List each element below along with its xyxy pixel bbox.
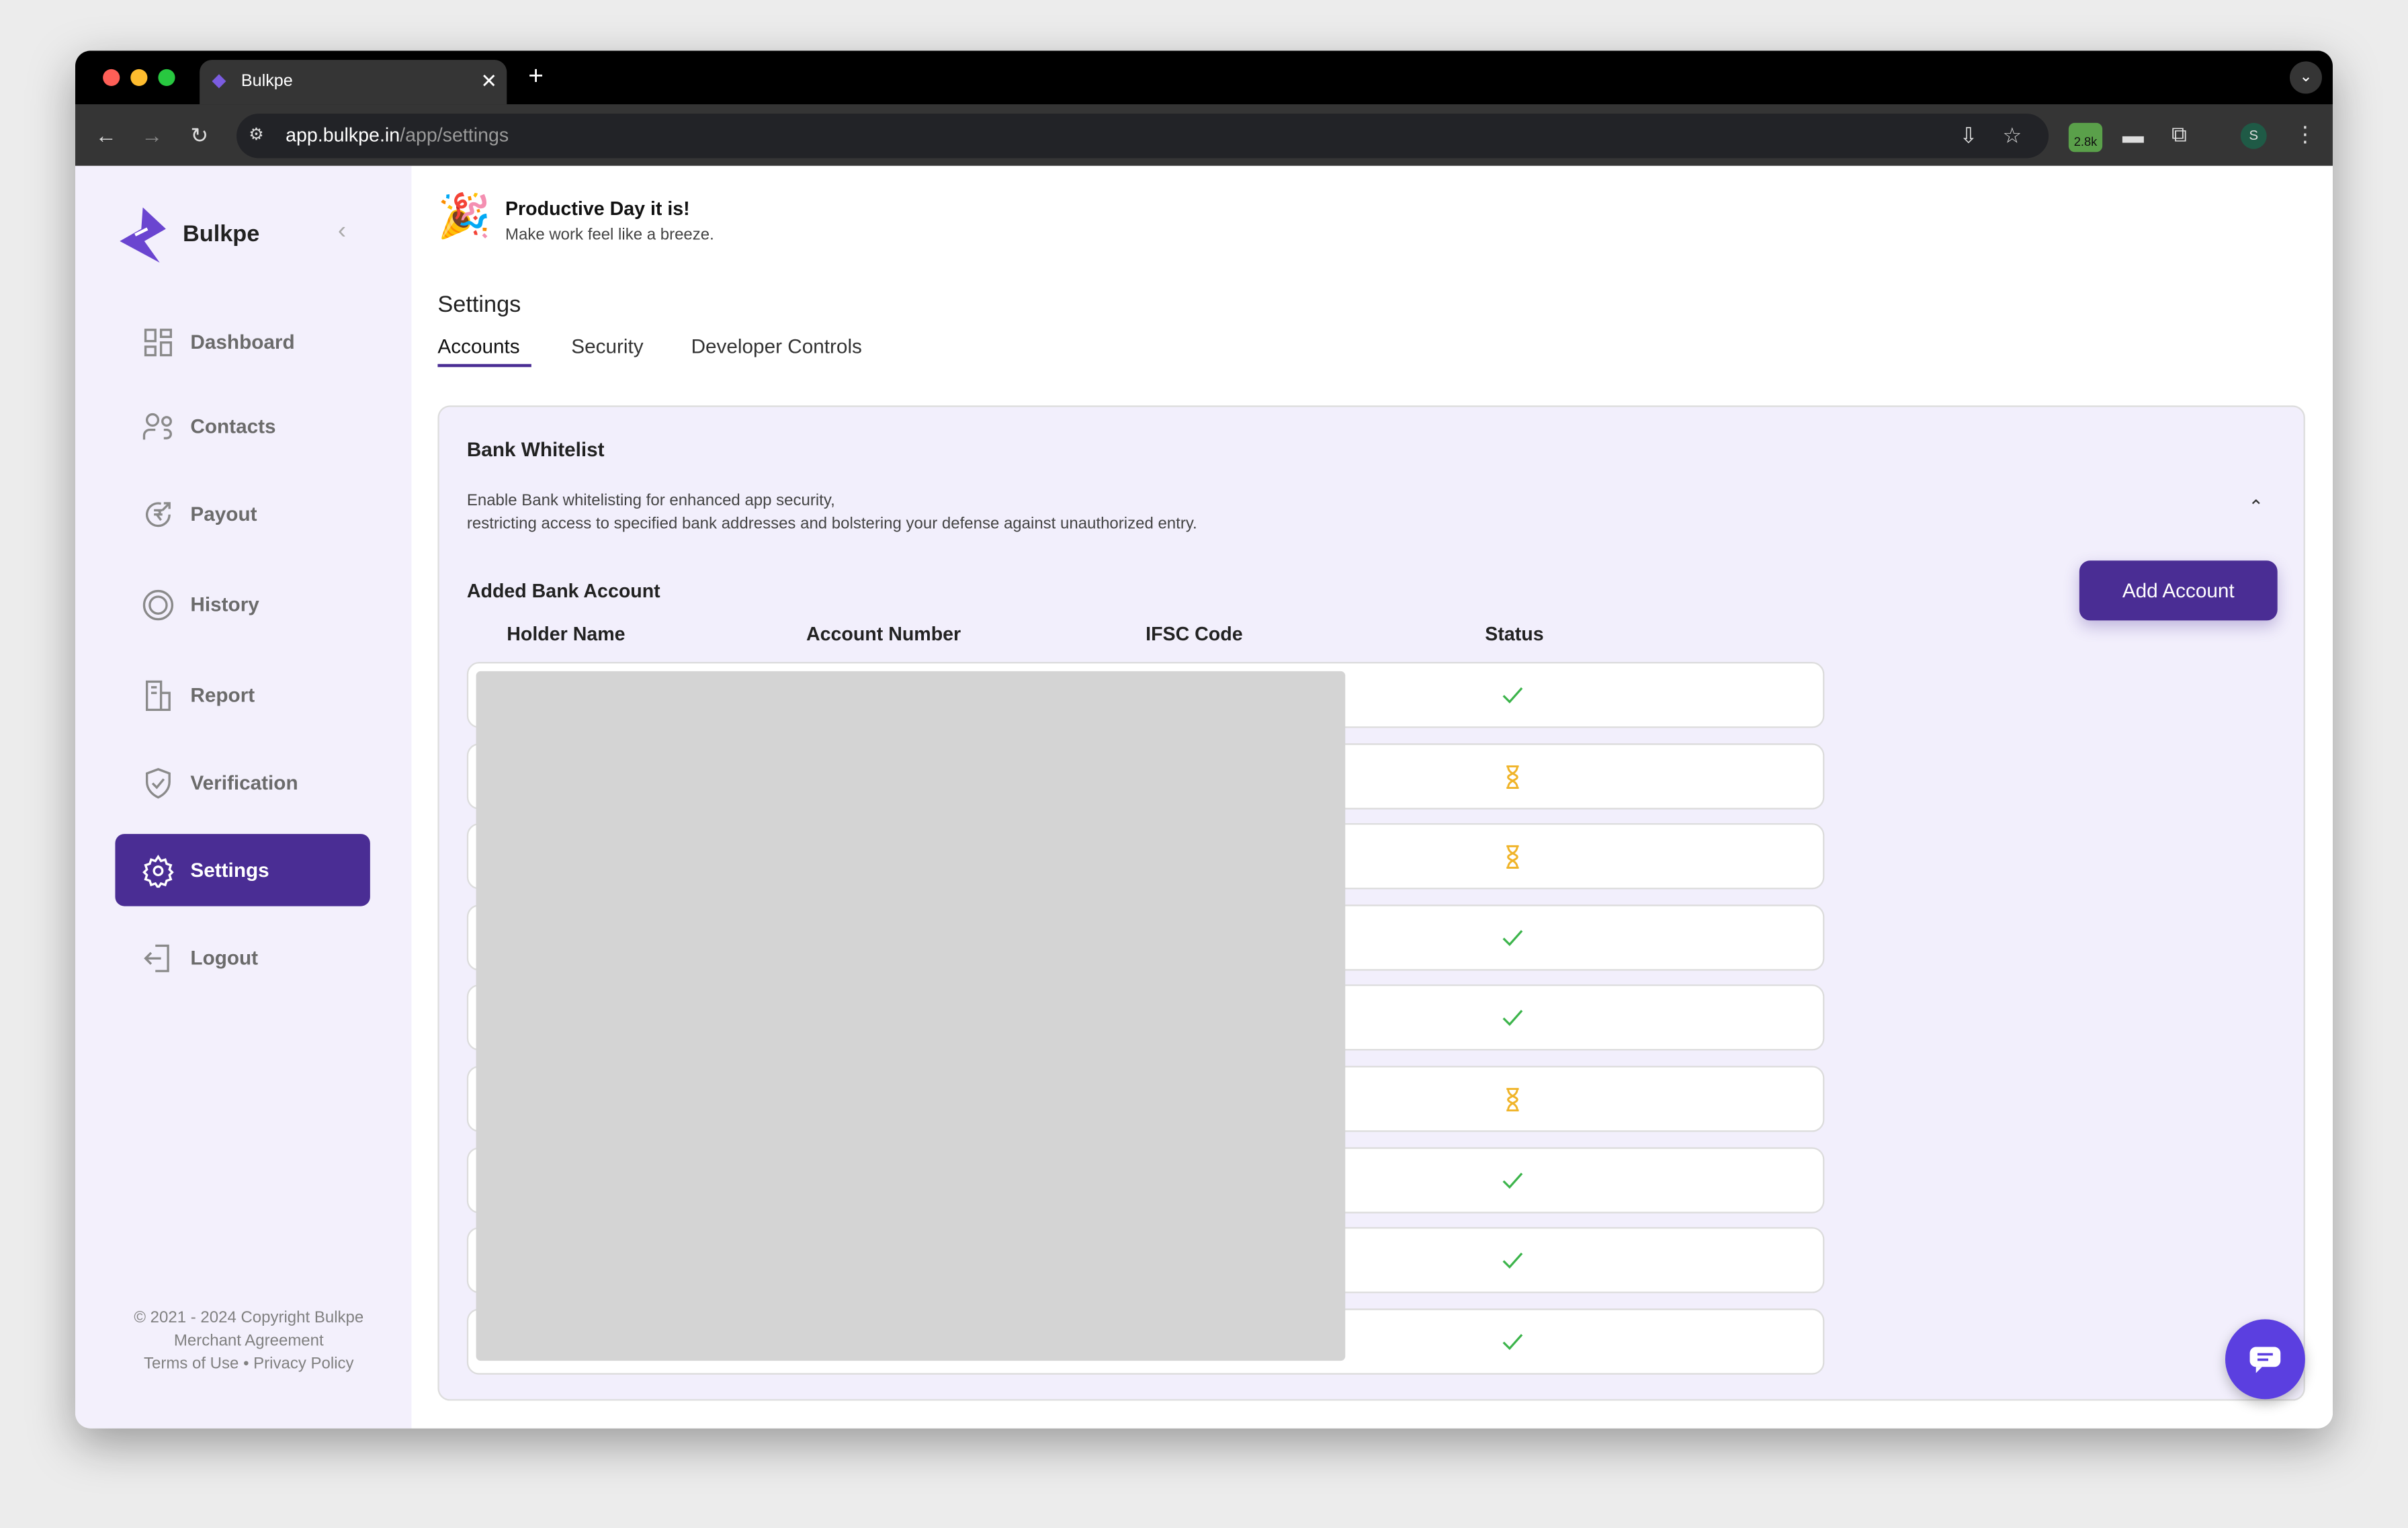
status-pending-hourglass-icon (1500, 764, 1525, 789)
tab-accounts[interactable]: Accounts (437, 335, 519, 357)
terms-link[interactable]: Terms of Use (144, 1355, 239, 1373)
active-tab-indicator (437, 364, 531, 368)
gear-icon (142, 853, 174, 887)
url-path: /app/settings (400, 124, 509, 146)
main-content: 🎉 Productive Day it is! Make work feel l… (411, 165, 2333, 1429)
payout-icon (146, 501, 171, 527)
page-title: Settings (437, 292, 521, 319)
tab-developer-controls[interactable]: Developer Controls (691, 335, 862, 357)
sidebar-item-settings[interactable]: Settings (115, 834, 370, 906)
extension-badge: 2.8k (2073, 135, 2098, 149)
sidebar-item-label: Report (190, 683, 255, 707)
sidebar: Bulkpe ‹ Dashboard Contacts Payout Histo… (75, 165, 412, 1429)
copyright-icon: © (134, 1308, 150, 1327)
bank-whitelist-panel: Bank Whitelist Enable Bank whitelisting … (437, 405, 2305, 1401)
status-verified-check-icon (1500, 1249, 1525, 1274)
bulkpe-logo-icon (120, 207, 166, 263)
sidebar-item-label: Verification (190, 771, 298, 794)
install-app-icon[interactable]: ⇩ (1960, 124, 1978, 146)
sidebar-item-label: Payout (190, 502, 257, 525)
url-host: app.bulkpe.in (286, 124, 400, 146)
collapse-chevron-up-icon[interactable]: ⌃ (2248, 496, 2264, 517)
column-account-number: Account Number (806, 623, 961, 645)
chat-icon (2249, 1347, 2281, 1373)
column-holder-name: Holder Name (507, 623, 626, 645)
panel-description-1: Enable Bank whitelisting for enhanced ap… (466, 491, 835, 510)
close-tab-icon[interactable]: ✕ (480, 69, 497, 94)
address-bar[interactable]: ⚙ app.bulkpe.in/app/settings ⇩ ☆ (236, 114, 2049, 159)
new-tab-icon[interactable]: + (528, 61, 544, 92)
history-icon (142, 589, 174, 620)
forward-icon[interactable]: → (141, 124, 163, 146)
minimize-window-button[interactable] (130, 69, 148, 86)
menu-kebab-icon[interactable]: ⋮ (2294, 123, 2316, 144)
status-pending-hourglass-icon (1500, 845, 1525, 870)
dashboard-icon (144, 328, 172, 356)
sidebar-item-report[interactable]: Report (115, 659, 370, 731)
tab-bar: ◆ Bulkpe ✕ + ⌄ (75, 50, 2333, 105)
browser-window: ◆ Bulkpe ✕ + ⌄ ← → ↻ ⚙ app.bulkpe.in/app… (75, 50, 2333, 1429)
sidebar-item-label: Settings (190, 858, 269, 882)
sidebar-item-logout[interactable]: Logout (115, 921, 370, 993)
status-verified-check-icon (1500, 1168, 1525, 1193)
settings-tabs: Accounts Security Developer Controls (437, 335, 1051, 373)
privacy-link[interactable]: Privacy Policy (253, 1355, 353, 1373)
logout-icon (144, 943, 169, 972)
sidebar-item-verification[interactable]: Verification (115, 747, 370, 818)
tab-security[interactable]: Security (571, 335, 643, 357)
close-window-button[interactable] (103, 69, 120, 86)
redacted-content (476, 671, 1346, 1361)
bulkpe-favicon-icon: ◆ (212, 69, 226, 91)
section-title: Added Bank Account (466, 580, 660, 602)
collapse-sidebar-icon[interactable]: ‹ (338, 218, 346, 246)
extension-icon[interactable]: 2.8k (2068, 122, 2103, 153)
tab-title: Bulkpe (241, 72, 293, 91)
contacts-icon (142, 412, 172, 439)
back-icon[interactable]: ← (95, 124, 117, 146)
column-status: Status (1485, 623, 1544, 645)
shield-check-icon (145, 767, 171, 798)
table-header: Holder Name Account Number IFSC Code Sta… (439, 624, 1821, 648)
merchant-agreement-link[interactable]: Merchant Agreement (103, 1332, 394, 1350)
sidebar-item-history[interactable]: History (115, 568, 370, 640)
greeting-subtitle: Make work feel like a breeze. (505, 225, 714, 245)
sidebar-item-payout[interactable]: Payout (115, 478, 370, 550)
status-verified-check-icon (1500, 926, 1525, 951)
add-account-label: Add Account (2122, 579, 2235, 602)
copyright-label: 2021 - 2024 Copyright Bulkpe (150, 1308, 364, 1327)
site-info-icon[interactable]: ⚙ (249, 124, 264, 146)
status-pending-hourglass-icon (1500, 1087, 1525, 1112)
sidebar-item-label: Logout (190, 945, 259, 970)
sidebar-item-contacts[interactable]: Contacts (115, 390, 370, 462)
extension-2-icon[interactable]: ▬ (2122, 124, 2144, 146)
browser-toolbar: ← → ↻ ⚙ app.bulkpe.in/app/settings ⇩ ☆ 2… (75, 104, 2333, 166)
party-popper-icon: 🎉 (437, 192, 492, 240)
sidebar-item-label: Contacts (190, 415, 276, 438)
bookmark-star-icon[interactable]: ☆ (2003, 124, 2022, 146)
profile-avatar[interactable]: S (2240, 122, 2267, 149)
tab-search-chevron-icon[interactable]: ⌄ (2289, 61, 2322, 94)
sidebar-item-label: Dashboard (190, 330, 295, 353)
status-verified-check-icon (1500, 1330, 1525, 1355)
extensions-puzzle-icon[interactable]: ⧉ (2172, 123, 2187, 144)
status-verified-check-icon (1500, 1007, 1525, 1031)
panel-title: Bank Whitelist (466, 437, 605, 461)
chat-support-button[interactable] (2225, 1319, 2305, 1400)
reload-icon[interactable]: ↻ (190, 124, 208, 146)
brand-name: Bulkpe (182, 221, 260, 247)
footer-links: Terms of Use • Privacy Policy (103, 1355, 394, 1373)
greeting-title: Productive Day it is! (505, 198, 690, 220)
copyright-text: © 2021 - 2024 Copyright Bulkpe (103, 1308, 394, 1326)
panel-description-2: restricting access to specified bank add… (466, 514, 1197, 534)
report-icon (145, 679, 171, 710)
status-verified-check-icon (1500, 683, 1525, 708)
browser-tab[interactable]: ◆ Bulkpe ✕ (200, 60, 507, 105)
profile-initial: S (2249, 127, 2259, 143)
column-ifsc-code: IFSC Code (1146, 623, 1243, 645)
maximize-window-button[interactable] (158, 69, 175, 86)
sidebar-item-label: History (190, 593, 259, 616)
separator: • (243, 1354, 249, 1373)
sidebar-item-dashboard[interactable]: Dashboard (115, 306, 370, 378)
add-account-button[interactable]: Add Account (2079, 560, 2278, 621)
